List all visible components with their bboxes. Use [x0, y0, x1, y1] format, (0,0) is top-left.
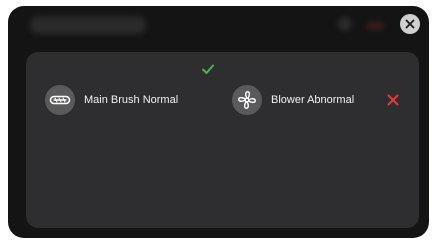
- check-icon: [202, 64, 214, 74]
- main-brush-icon: [49, 95, 71, 105]
- main-brush-status-label: Main Brush Normal: [84, 94, 179, 106]
- close-button[interactable]: [400, 14, 420, 34]
- header-blurred-element: [338, 17, 352, 31]
- device-status-dialog: Main Brush Normal Blower Abnormal: [8, 6, 429, 238]
- dialog-header: [8, 6, 429, 46]
- blower-icon-circle: [232, 85, 262, 115]
- close-icon: [405, 19, 415, 29]
- main-brush-icon-circle: [45, 85, 75, 115]
- blower-fan-icon: [238, 91, 256, 109]
- header-blurred-element-2: [366, 22, 384, 30]
- blower-status-label: Blower Abnormal: [271, 94, 355, 106]
- cross-icon: [387, 94, 399, 106]
- status-item-blower: Blower Abnormal: [232, 82, 354, 118]
- status-panel: Main Brush Normal Blower Abnormal: [26, 52, 419, 228]
- dialog-title-blurred: [30, 16, 146, 34]
- status-item-main-brush: Main Brush Normal: [45, 82, 178, 118]
